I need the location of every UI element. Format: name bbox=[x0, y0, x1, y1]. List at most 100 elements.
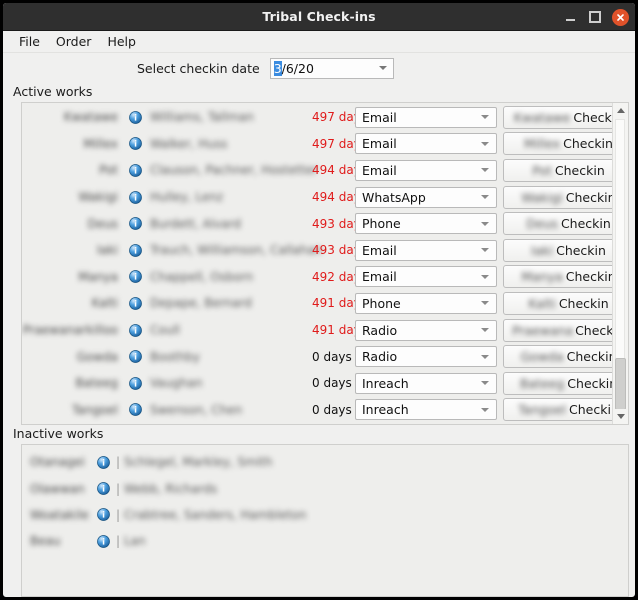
info-icon[interactable] bbox=[126, 323, 144, 337]
checkin-button[interactable]: Wakigi Checkin bbox=[503, 185, 612, 209]
active-work-row: DeusBurdett, Alvard493 daysPhoneDeusChec… bbox=[22, 210, 612, 237]
contact-method-combobox[interactable]: Email bbox=[355, 266, 497, 288]
scrollbar-thumb[interactable] bbox=[615, 358, 626, 410]
chevron-down-icon[interactable] bbox=[481, 407, 489, 412]
menu-bar: File Order Help bbox=[3, 31, 635, 53]
window-title: Tribal Check-ins bbox=[262, 9, 376, 24]
inactive-row-group-name: Woatakile bbox=[30, 507, 89, 522]
active-row-days-since: 0 days bbox=[312, 402, 352, 417]
inactive-row-group-name: Beau bbox=[30, 534, 61, 549]
info-icon[interactable] bbox=[94, 508, 112, 522]
info-icon[interactable] bbox=[126, 350, 144, 363]
chevron-down-icon[interactable] bbox=[378, 66, 387, 70]
contact-method-combobox[interactable]: Inreach bbox=[355, 372, 497, 394]
menu-item-help[interactable]: Help bbox=[99, 32, 144, 51]
info-icon[interactable] bbox=[126, 164, 144, 177]
active-works-list: KwataweWilliams, Tallman497 daysEmailKwa… bbox=[22, 103, 612, 424]
row-separator: | bbox=[115, 534, 121, 549]
inactive-work-row: Beau | Lan bbox=[22, 528, 628, 554]
menu-item-file[interactable]: File bbox=[11, 32, 48, 51]
contact-method-value: Radio bbox=[362, 349, 398, 365]
checkin-button[interactable]: Kalti Checkin bbox=[503, 291, 612, 315]
contact-method-combobox[interactable]: Phone bbox=[355, 292, 497, 314]
checkin-date-combobox[interactable]: 3/6/20 bbox=[269, 57, 394, 79]
active-row-group-name: Kwatawe bbox=[63, 110, 118, 125]
contact-method-value: Email bbox=[362, 242, 397, 258]
info-icon[interactable] bbox=[94, 535, 112, 548]
info-icon[interactable] bbox=[126, 110, 144, 124]
inactive-row-member-names: Schlegel, Markley, Smith bbox=[124, 455, 273, 470]
contact-method-combobox[interactable]: Phone bbox=[355, 213, 497, 235]
menu-item-order[interactable]: Order bbox=[48, 32, 100, 51]
info-icon[interactable] bbox=[94, 482, 112, 495]
chevron-down-icon[interactable] bbox=[481, 221, 489, 226]
checkin-button[interactable]: Manya Checkin bbox=[503, 265, 612, 289]
contact-method-value: Phone bbox=[362, 216, 401, 232]
active-row-days-since: 497 days bbox=[312, 110, 356, 125]
date-rest-segment: /6/20 bbox=[281, 60, 314, 76]
checkin-button-group-name: Gowda bbox=[520, 349, 564, 365]
chevron-down-icon[interactable] bbox=[481, 195, 489, 200]
contact-method-combobox[interactable]: Email bbox=[355, 239, 497, 261]
info-icon[interactable] bbox=[126, 376, 144, 390]
chevron-down-icon[interactable] bbox=[481, 328, 489, 333]
checkin-button[interactable]: Pot Checkin bbox=[503, 158, 612, 182]
info-icon[interactable] bbox=[126, 190, 144, 204]
checkin-button[interactable]: TangoelCheckin bbox=[503, 398, 612, 422]
active-work-row: PotClauson, Pachner, Hostetter494 daysEm… bbox=[22, 157, 612, 184]
active-work-row: Gowda Boothby 0 days Radio Gowda Checkin bbox=[22, 343, 612, 370]
chevron-down-icon[interactable] bbox=[481, 248, 489, 253]
active-row-days-since: 491 days bbox=[312, 323, 356, 338]
chevron-down-icon[interactable] bbox=[481, 115, 489, 120]
contact-method-combobox[interactable]: Radio bbox=[355, 319, 497, 341]
info-icon[interactable] bbox=[126, 243, 144, 257]
chevron-down-icon[interactable] bbox=[481, 354, 489, 359]
info-icon[interactable] bbox=[126, 297, 144, 310]
active-row-group-name: Deus bbox=[87, 216, 118, 231]
info-icon[interactable] bbox=[126, 403, 144, 417]
contact-method-value: Email bbox=[362, 162, 397, 178]
checkin-button[interactable]: KwataweCheckin bbox=[503, 105, 612, 129]
contact-method-combobox[interactable]: WhatsApp bbox=[355, 186, 497, 208]
checkin-button[interactable]: BateegCheckin bbox=[503, 371, 612, 395]
checkin-button[interactable]: PraewanarkillooCheckin bbox=[503, 318, 612, 342]
chevron-down-icon[interactable] bbox=[481, 381, 489, 386]
date-selector-row: Select checkin date 3/6/20 bbox=[3, 53, 635, 83]
scroll-up-arrow-icon[interactable] bbox=[613, 103, 628, 118]
checkin-button-group-name: Pot bbox=[532, 162, 552, 178]
checkin-button-label: Checkin bbox=[566, 349, 612, 365]
inactive-row-member-names: Webb, Richards bbox=[124, 481, 218, 496]
info-icon[interactable] bbox=[126, 217, 144, 231]
checkin-button-label: Checkin bbox=[560, 216, 611, 232]
checkin-button[interactable]: Millex Checkin bbox=[503, 132, 612, 156]
contact-method-value: Phone bbox=[362, 295, 401, 311]
contact-method-combobox[interactable]: Email bbox=[355, 106, 497, 128]
close-icon[interactable] bbox=[612, 8, 629, 26]
checkin-button[interactable]: Deus Checkin bbox=[503, 212, 612, 236]
active-work-row: Tangoel Swenson, Chen 0 days Inreach Tangoel… bbox=[22, 397, 612, 424]
chevron-down-icon[interactable] bbox=[481, 301, 489, 306]
contact-method-combobox[interactable]: Inreach bbox=[355, 399, 497, 421]
contact-method-combobox[interactable]: Radio bbox=[355, 346, 497, 368]
checkin-button-group-name: Deus bbox=[526, 216, 558, 232]
contact-method-combobox[interactable]: Email bbox=[355, 159, 497, 181]
info-icon[interactable] bbox=[126, 137, 144, 151]
active-row-group-name: Bateeg bbox=[75, 376, 118, 391]
checkin-button-group-name: Tangoel bbox=[518, 402, 567, 418]
active-row-group-name: Pot bbox=[99, 163, 118, 178]
checkin-button-label: Checkin bbox=[569, 402, 612, 418]
checkin-button[interactable]: Gowda Checkin bbox=[503, 345, 612, 369]
checkin-button[interactable]: Iaki Checkin bbox=[503, 238, 612, 262]
info-icon[interactable] bbox=[126, 270, 144, 284]
info-icon[interactable] bbox=[94, 455, 112, 469]
chevron-down-icon[interactable] bbox=[481, 274, 489, 279]
contact-method-combobox[interactable]: Email bbox=[355, 133, 497, 155]
chevron-down-icon[interactable] bbox=[481, 141, 489, 146]
active-works-scrollbar[interactable] bbox=[612, 103, 628, 424]
minimize-icon[interactable] bbox=[562, 9, 578, 25]
chevron-down-icon[interactable] bbox=[481, 168, 489, 173]
maximize-icon[interactable] bbox=[587, 9, 603, 25]
scroll-down-arrow-icon[interactable] bbox=[613, 409, 628, 424]
active-work-row: KwataweWilliams, Tallman497 daysEmailKwa… bbox=[22, 104, 612, 131]
checkin-button-group-name: Kalti bbox=[528, 295, 556, 311]
